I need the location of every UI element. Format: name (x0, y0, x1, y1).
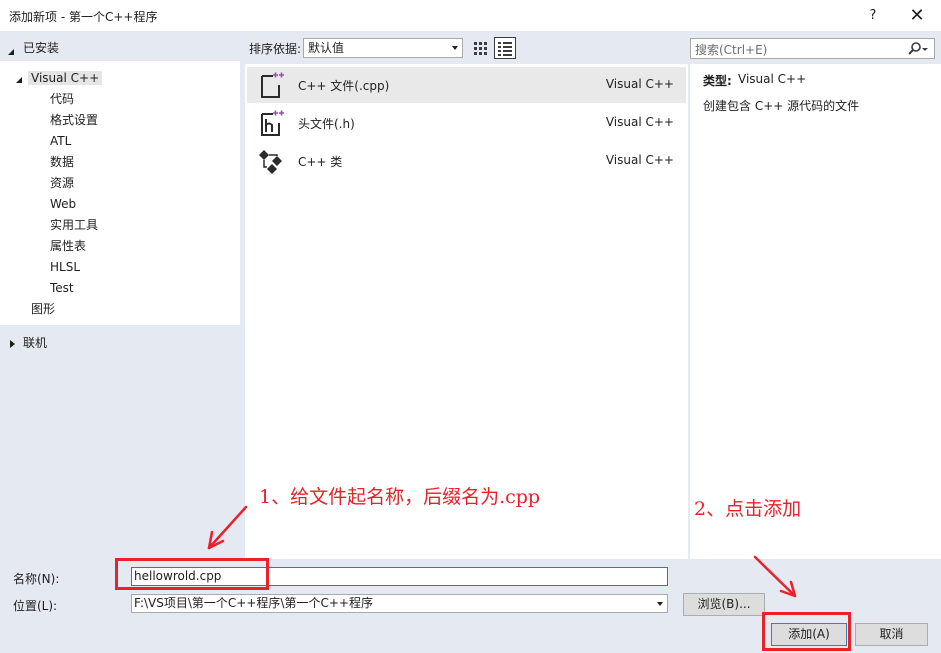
annotation-arrow-1 (207, 505, 248, 550)
annotation-arrows (207, 505, 797, 598)
annotation-arrow-2 (753, 555, 797, 598)
